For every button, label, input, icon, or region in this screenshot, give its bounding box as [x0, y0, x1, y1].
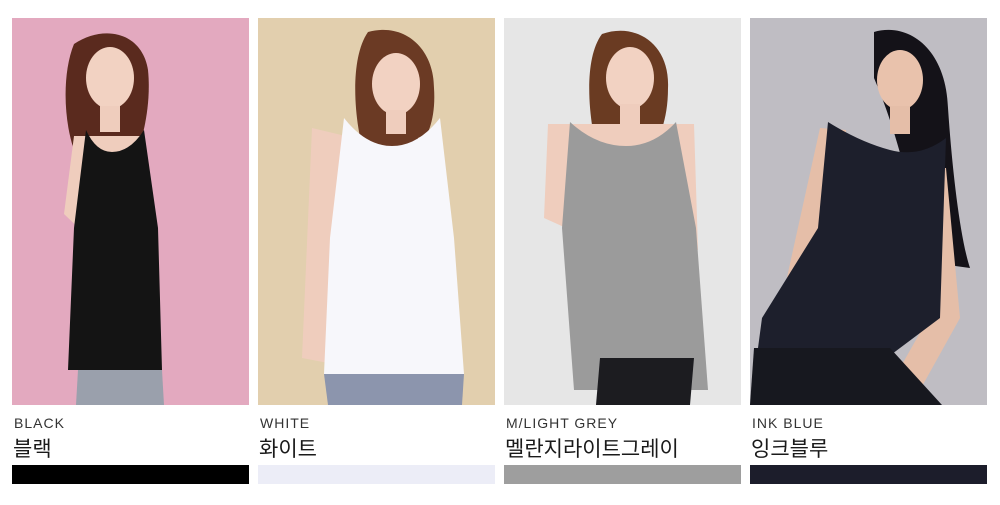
product-photo-black[interactable] — [12, 18, 249, 405]
color-name-korean: 멜란지라이트그레이 — [505, 437, 679, 461]
color-option-white[interactable]: WHITE 화이트 — [258, 18, 495, 488]
color-option-black[interactable]: BLACK 블랙 — [12, 18, 249, 488]
color-name-english: BLACK — [14, 415, 65, 431]
color-swatch-ink-blue[interactable] — [750, 465, 987, 484]
model-neck — [890, 106, 910, 134]
color-swatch-white[interactable] — [258, 465, 495, 484]
product-photo-white[interactable] — [258, 18, 495, 405]
color-name-korean: 잉크블루 — [751, 437, 829, 461]
model-pants — [76, 370, 164, 405]
color-option-melange-light-grey[interactable]: M/LIGHT GREY 멜란지라이트그레이 — [504, 18, 741, 488]
color-name-korean: 화이트 — [259, 437, 317, 461]
color-swatch-melange-light-grey[interactable] — [504, 465, 741, 484]
product-garment — [324, 118, 464, 374]
model-face — [86, 47, 134, 109]
model-pants — [324, 374, 464, 405]
product-garment — [68, 130, 162, 370]
model-face — [606, 47, 654, 109]
product-photo-ink-blue[interactable] — [750, 18, 987, 405]
product-color-options: BLACK 블랙 WHITE 화이트 M/LIGHT GREY 멜란지라이트그레… — [0, 0, 1000, 505]
model-neck — [386, 110, 406, 134]
color-option-ink-blue[interactable]: INK BLUE 잉크블루 — [750, 18, 987, 488]
model-face — [877, 50, 923, 110]
color-name-english: INK BLUE — [752, 415, 824, 431]
color-name-korean: 블랙 — [13, 437, 52, 461]
product-photo-melange-light-grey[interactable] — [504, 18, 741, 405]
model-pants — [596, 358, 694, 405]
color-swatch-black[interactable] — [12, 465, 249, 484]
color-name-english: WHITE — [260, 415, 311, 431]
model-face — [372, 53, 420, 115]
model-neck — [100, 106, 120, 132]
color-name-english: M/LIGHT GREY — [506, 415, 619, 431]
